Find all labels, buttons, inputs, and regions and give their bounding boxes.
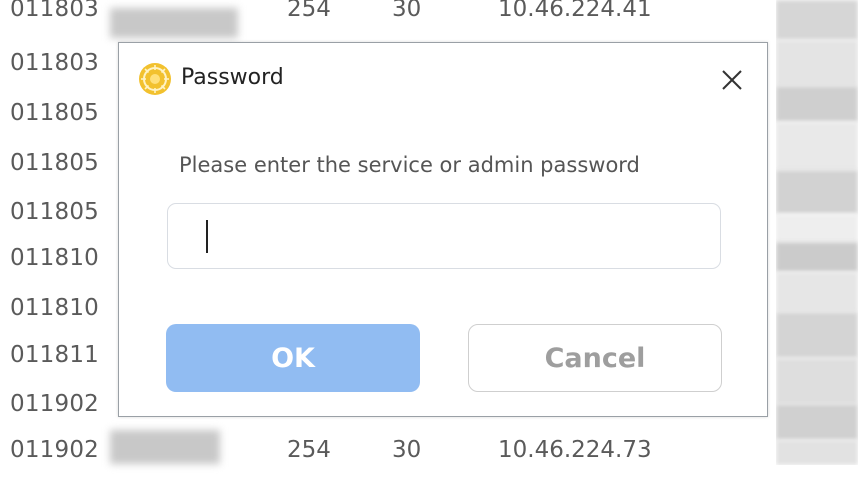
row-id: 011902 xyxy=(10,437,99,463)
row-id: 011811 xyxy=(10,342,99,368)
row-id: 011805 xyxy=(10,199,99,225)
row-id: 011805 xyxy=(10,100,99,126)
row-id: 011810 xyxy=(10,245,99,271)
row-id: 011803 xyxy=(10,0,99,22)
row-value: 254 xyxy=(287,437,331,463)
redaction-blur xyxy=(110,8,238,38)
row-ip: 10.46.224.73 xyxy=(498,437,652,463)
redaction-blur xyxy=(110,430,220,464)
gold-sun-icon xyxy=(139,63,171,95)
row-id: 011902 xyxy=(10,391,99,417)
close-icon[interactable] xyxy=(721,69,743,91)
row-id: 011803 xyxy=(10,50,99,76)
row-value: 30 xyxy=(392,437,422,463)
row-id: 011810 xyxy=(10,295,99,321)
password-input[interactable] xyxy=(167,203,721,269)
row-id: 011805 xyxy=(10,150,99,176)
dialog-title: Password xyxy=(181,65,284,90)
redacted-column xyxy=(776,0,858,465)
password-prompt: Please enter the service or admin passwo… xyxy=(179,153,640,177)
row-ip: 10.46.224.41 xyxy=(498,0,652,22)
ok-button[interactable]: OK xyxy=(166,324,420,392)
close-button[interactable] xyxy=(715,63,749,97)
row-value: 254 xyxy=(287,0,331,22)
password-dialog: Password Please enter the service or adm… xyxy=(118,42,768,417)
cancel-button[interactable]: Cancel xyxy=(468,324,722,392)
row-value: 30 xyxy=(392,0,422,22)
